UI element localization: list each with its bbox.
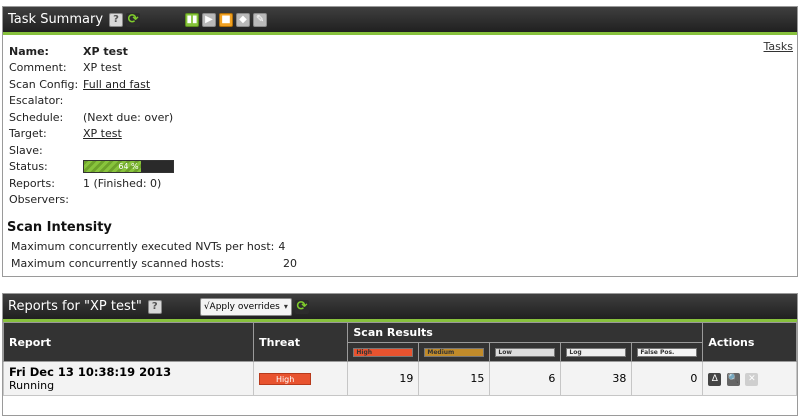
delta-icon[interactable]: Δ	[708, 372, 722, 386]
severity-high-badge: High	[353, 348, 414, 357]
severity-false-pos-badge: False Pos.	[637, 348, 698, 357]
schedule-value: (Next due: over)	[83, 110, 174, 124]
disabled-icon[interactable]: ◆	[236, 12, 251, 27]
tasks-link[interactable]: Tasks	[764, 40, 793, 53]
comment-value: XP test	[83, 61, 122, 75]
threat-column-header[interactable]: Threat	[253, 322, 349, 362]
schedule-row: Schedule: (Next due: over)	[9, 109, 791, 126]
log-count: 38	[560, 361, 633, 396]
slave-row: Slave:	[9, 142, 791, 159]
severity-medium-header[interactable]: Medium	[418, 342, 491, 362]
scan-config-link[interactable]: Full and fast	[83, 78, 150, 91]
nvts-label: Maximum concurrently executed NVTs per h…	[11, 240, 275, 253]
overrides-select-value: √Apply overrides	[203, 301, 280, 312]
severity-high-header[interactable]: High	[347, 342, 420, 362]
scan-config-label: Scan Config:	[9, 77, 79, 91]
status-label: Status:	[9, 160, 48, 174]
hosts-label: Maximum concurrently scanned hosts:	[11, 257, 225, 270]
reports-value: 1 (Finished: 0)	[83, 176, 162, 190]
scan-intensity-title: Scan Intensity	[7, 220, 112, 235]
table-row[interactable]: Fri Dec 13 10:38:19 2013 Running High 19…	[2, 361, 797, 396]
false-pos-count: 0	[631, 361, 704, 396]
stop-icon[interactable]: ■	[219, 12, 234, 27]
observers-row: Observers:	[9, 192, 791, 209]
low-count: 6	[489, 361, 562, 396]
medium-count: 15	[418, 361, 491, 396]
threat-cell: High	[253, 361, 349, 396]
report-column-header[interactable]: Report	[2, 322, 255, 362]
task-summary-header: Task Summary ? ⟳ ▮▮ ▶ ■ ◆ ✎	[3, 7, 797, 35]
reports-table: Report Threat Scan Results Actions High …	[2, 322, 797, 396]
task-summary-panel: Task Summary ? ⟳ ▮▮ ▶ ■ ◆ ✎ Tasks Name: …	[2, 6, 798, 277]
report-date[interactable]: Fri Dec 13 10:38:19 2013	[9, 365, 248, 379]
comment-label: Comment:	[9, 61, 67, 75]
target-label: Target:	[9, 127, 47, 141]
reports-panel: Reports for "XP test" ? √Apply overrides…	[2, 293, 798, 416]
high-count: 19	[347, 361, 420, 396]
severity-medium-badge: Medium	[424, 348, 485, 357]
name-row: Name: XP test	[9, 43, 791, 60]
nvts-row: Maximum concurrently executed NVTs per h…	[9, 238, 791, 255]
target-link[interactable]: XP test	[83, 127, 122, 140]
status-progress-bar: 64 %	[83, 160, 174, 174]
actions-column-header: Actions	[702, 322, 797, 362]
report-cell: Fri Dec 13 10:38:19 2013 Running	[2, 361, 255, 396]
status-row: Status: 64 %	[9, 159, 791, 176]
reports-header: Reports for "XP test" ? √Apply overrides…	[3, 294, 797, 322]
severity-low-header[interactable]: Low	[489, 342, 562, 362]
help-icon[interactable]: ?	[147, 299, 162, 314]
comment-row: Comment: XP test	[9, 60, 791, 77]
reports-title: Reports for "XP test"	[8, 299, 142, 314]
wrench-icon[interactable]: ✎	[253, 12, 268, 27]
escalator-row: Escalator:	[9, 93, 791, 110]
header-row-1: Report Threat Scan Results Actions	[2, 322, 797, 362]
refresh-icon[interactable]: ⟳	[294, 299, 309, 314]
progress-text: 64 %	[118, 162, 139, 172]
name-label: Name:	[9, 44, 49, 58]
observers-label: Observers:	[9, 193, 69, 207]
reports-row: Reports: 1 (Finished: 0)	[9, 175, 791, 192]
report-status: Running	[9, 379, 55, 392]
severity-log-badge: Log	[566, 348, 627, 357]
reports-label: Reports:	[9, 176, 55, 190]
refresh-icon[interactable]: ⟳	[126, 12, 141, 27]
actions-cell: Δ 🔍 ✕	[702, 361, 797, 396]
nvts-value: 4	[278, 240, 286, 253]
hosts-value: 20	[283, 257, 297, 270]
slave-label: Slave:	[9, 143, 43, 157]
severity-false-pos-header[interactable]: False Pos.	[631, 342, 704, 362]
scan-config-row: Scan Config: Full and fast	[9, 76, 791, 93]
overrides-select[interactable]: √Apply overrides ▾	[199, 297, 292, 316]
target-row: Target: XP test	[9, 126, 791, 143]
name-value: XP test	[83, 44, 128, 58]
task-summary-body: Tasks Name: XP test Comment: XP test Sca…	[3, 35, 797, 274]
severity-log-header[interactable]: Log	[560, 342, 633, 362]
resume-icon[interactable]: ▶	[202, 12, 217, 27]
help-icon[interactable]: ?	[109, 12, 124, 27]
hosts-row: Maximum concurrently scanned hosts: 20	[9, 255, 791, 272]
threat-badge: High	[259, 373, 312, 385]
schedule-label: Schedule:	[9, 110, 64, 124]
delete-icon[interactable]: ✕	[745, 372, 759, 386]
escalator-label: Escalator:	[9, 94, 64, 108]
severity-low-badge: Low	[495, 348, 556, 357]
scan-results-column-header: Scan Results	[347, 322, 704, 343]
details-icon[interactable]: 🔍	[726, 372, 740, 386]
start-icon[interactable]: ▮▮	[185, 12, 200, 27]
task-summary-title: Task Summary	[8, 12, 104, 27]
chevron-down-icon: ▾	[283, 302, 288, 311]
